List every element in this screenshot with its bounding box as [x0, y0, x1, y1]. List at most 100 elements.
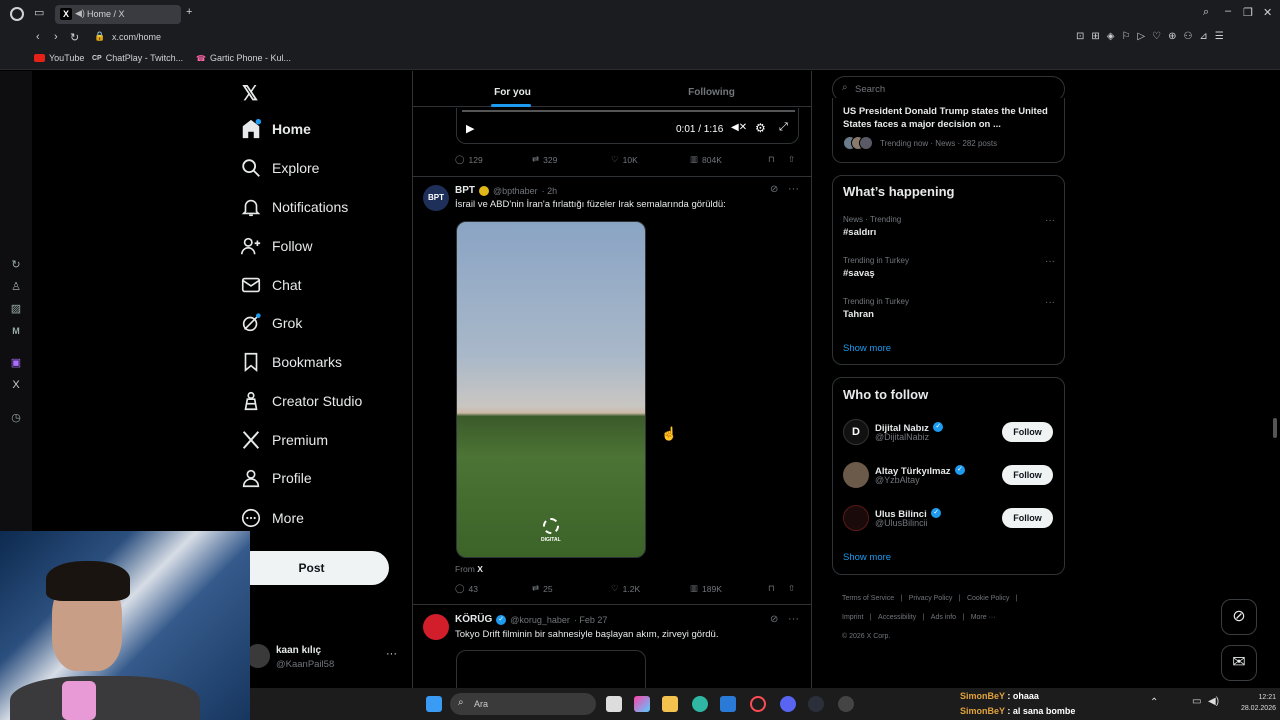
- like-button[interactable]: ♡ 10K: [611, 154, 638, 165]
- history-icon[interactable]: ↻: [9, 258, 23, 272]
- mute-icon[interactable]: ◀✕: [731, 122, 747, 133]
- tab-following[interactable]: Following: [612, 71, 811, 107]
- x-sidebar-icon[interactable]: X: [9, 378, 23, 392]
- store-icon[interactable]: [720, 696, 736, 712]
- account-switcher[interactable]: kaan kılıç @KaanPail58 ···: [246, 642, 406, 676]
- follow-suggestion[interactable]: Ulus Bilinci ✓ @UlusBilincii Follow: [843, 503, 1058, 535]
- nav-premium[interactable]: Premium: [240, 426, 328, 454]
- views-button[interactable]: ▥ 189K: [690, 583, 722, 594]
- video-progress-bar[interactable]: [462, 110, 795, 112]
- obs-icon[interactable]: [838, 696, 854, 712]
- views-button[interactable]: ▥ 804K: [690, 154, 722, 165]
- volume-icon[interactable]: ◀): [1208, 696, 1219, 707]
- tab-overview-icon[interactable]: ▭: [34, 6, 44, 19]
- nav-creator-studio[interactable]: Creator Studio: [240, 387, 362, 415]
- nav-grok[interactable]: Grok: [240, 309, 302, 337]
- toolbar-icons[interactable]: ⊡⊞◈⚐▷♡⊕⚇⊿☰: [1076, 31, 1231, 42]
- nav-home[interactable]: Home: [240, 115, 311, 143]
- nav-profile[interactable]: Profile: [240, 464, 312, 492]
- speaker-icon[interactable]: ◀): [75, 8, 85, 19]
- trend-item[interactable]: Trending in Turkey #savaş ···: [843, 256, 1055, 286]
- taskbar-search[interactable]: ⌕ Ara: [450, 693, 596, 715]
- trend-item[interactable]: Trending in Turkey Tahran ···: [843, 297, 1055, 327]
- follow-suggestion[interactable]: D Dijital Nabız ✓ @DijitalNabiz Follow: [843, 417, 1058, 449]
- tweet-more-icon[interactable]: ···: [788, 183, 799, 195]
- fullscreen-icon[interactable]: ⤢: [779, 121, 788, 134]
- nav-notifications[interactable]: Notifications: [240, 193, 348, 221]
- tweet-video[interactable]: DIGITAL: [456, 221, 646, 558]
- follow-suggestion[interactable]: Altay Türkyılmaz ✓ @YzbAltay Follow: [843, 460, 1058, 492]
- edge-icon[interactable]: [692, 696, 708, 712]
- post-button[interactable]: Post: [234, 551, 389, 585]
- close-icon[interactable]: ✕: [1263, 6, 1272, 19]
- tweet-time[interactable]: · Feb 27: [574, 615, 608, 625]
- footer-link[interactable]: Ads info: [931, 614, 956, 621]
- tweet-handle[interactable]: @korug_haber: [510, 615, 570, 625]
- nav-more[interactable]: More: [240, 504, 304, 532]
- tweet-avatar[interactable]: [423, 614, 449, 640]
- steam-icon[interactable]: [808, 696, 824, 712]
- bookmark-button[interactable]: ⊓: [768, 583, 775, 594]
- clock-icon[interactable]: ◷: [9, 411, 23, 425]
- trend-more-icon[interactable]: ···: [1045, 215, 1055, 226]
- bookmark-gartic[interactable]: ☎ Gartic Phone - Kul...: [196, 53, 291, 63]
- from-source[interactable]: From X: [455, 564, 483, 574]
- tweet-avatar[interactable]: BPT: [423, 185, 449, 211]
- url-field[interactable]: x.com/home: [112, 32, 161, 42]
- tweet-author[interactable]: BPT: [455, 185, 475, 196]
- new-tab-icon[interactable]: +: [186, 6, 192, 18]
- play-icon[interactable]: ▶: [466, 122, 474, 135]
- follow-button[interactable]: Follow: [1002, 508, 1053, 528]
- page-scrollbar[interactable]: [1273, 418, 1277, 438]
- reply-button[interactable]: ◯ 129: [455, 154, 483, 165]
- show-more-link[interactable]: Show more: [843, 552, 891, 563]
- bookmark-youtube[interactable]: YouTube: [34, 53, 84, 63]
- taskview-icon[interactable]: [606, 696, 622, 712]
- file-explorer-icon[interactable]: [662, 696, 678, 712]
- footer-link[interactable]: More ···: [971, 614, 996, 621]
- footer-link[interactable]: Imprint: [842, 614, 863, 621]
- footer-link[interactable]: Cookie Policy: [967, 595, 1009, 602]
- footer-link[interactable]: Terms of Service: [842, 595, 894, 602]
- follow-button[interactable]: Follow: [1002, 465, 1053, 485]
- show-more-link[interactable]: Show more: [843, 343, 891, 354]
- follow-button[interactable]: Follow: [1002, 422, 1053, 442]
- share-button[interactable]: ⇧: [788, 154, 795, 165]
- discord-icon[interactable]: [780, 696, 796, 712]
- tray-chevron-icon[interactable]: ⌃: [1150, 697, 1158, 708]
- twitch-icon[interactable]: ▣: [9, 356, 23, 370]
- copilot-icon[interactable]: [634, 696, 650, 712]
- repost-button[interactable]: ⇄ 329: [532, 154, 557, 165]
- settings-icon[interactable]: ⚙: [755, 121, 766, 135]
- video-player-previous[interactable]: ▶ 0:01 / 1:16 ◀✕ ⚙ ⤢: [456, 108, 799, 144]
- repost-button[interactable]: ⇄ 25: [532, 583, 553, 594]
- trend-more-icon[interactable]: ···: [1045, 256, 1055, 267]
- tweet-author[interactable]: KÖRÜG: [455, 614, 492, 625]
- more-dots-icon[interactable]: ···: [386, 648, 397, 660]
- forward-icon[interactable]: ›: [54, 31, 58, 43]
- opera-logo-icon[interactable]: [10, 7, 24, 21]
- nav-explore[interactable]: Explore: [240, 154, 319, 182]
- minimize-icon[interactable]: –: [1225, 5, 1231, 17]
- like-button[interactable]: ♡ 1.2K: [611, 583, 640, 594]
- grok-explain-icon[interactable]: ⊘: [770, 614, 778, 625]
- x-logo-icon[interactable]: 𝕏: [242, 81, 258, 106]
- tweet-handle[interactable]: @bpthaber: [493, 186, 538, 196]
- aria-icon[interactable]: ♙: [9, 280, 23, 294]
- bookmark-chatplay[interactable]: CP ChatPlay - Twitch...: [92, 53, 183, 63]
- maximize-icon[interactable]: ❐: [1243, 6, 1253, 19]
- footer-link[interactable]: Accessibility: [878, 614, 916, 621]
- trend-item[interactable]: News · Trending #saldırı ···: [843, 215, 1055, 245]
- network-icon[interactable]: ▭: [1192, 696, 1201, 707]
- windows-start-icon[interactable]: [426, 696, 442, 712]
- footer-link[interactable]: Privacy Policy: [909, 595, 953, 602]
- tab-for-you[interactable]: For you: [413, 71, 612, 107]
- m-icon[interactable]: M: [9, 324, 23, 338]
- clock[interactable]: 12:21 28.02.2026: [1230, 692, 1276, 714]
- reply-button[interactable]: ◯ 43: [455, 583, 478, 594]
- tweet-media[interactable]: [456, 650, 646, 688]
- tweet-time[interactable]: · 2h: [542, 186, 558, 196]
- opera-taskbar-icon[interactable]: [750, 696, 766, 712]
- share-button[interactable]: ⇧: [788, 583, 795, 594]
- trend-more-icon[interactable]: ···: [1045, 297, 1055, 308]
